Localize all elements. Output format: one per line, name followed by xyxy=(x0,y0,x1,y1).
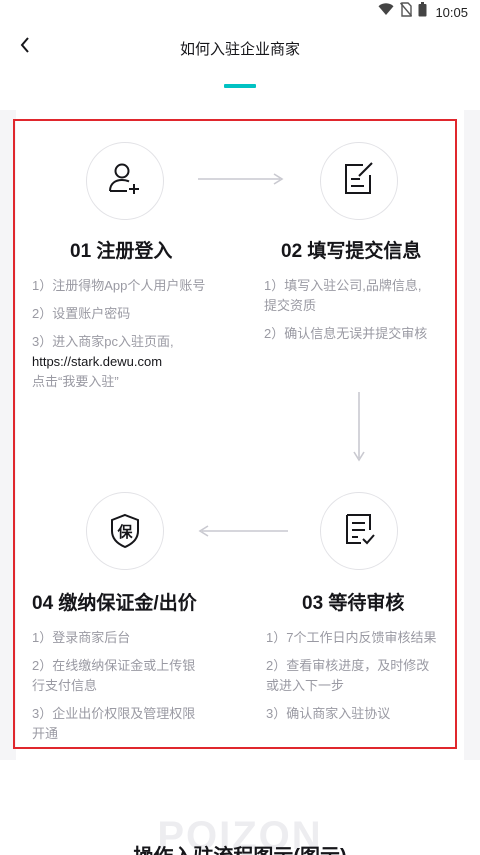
step-4-description: 1）登录商家后台 2）在线缴纳保证金或上传银 行支付信息 3）企业出价权限及管理… xyxy=(32,628,242,744)
checklist-icon xyxy=(339,509,379,554)
step-4-title: 04 缴纳保证金/出价 xyxy=(32,593,197,614)
step-1-line: 点击“我要入驻” xyxy=(32,374,119,389)
step-3-line: 2）查看审核进度，及时修改 xyxy=(266,658,430,673)
step-4-icon-circle: 保 xyxy=(86,492,164,570)
arrow-right-icon xyxy=(198,173,284,185)
step-3-title: 03 等待审核 xyxy=(302,593,405,614)
step-4-line: 1）登录商家后台 xyxy=(32,630,131,645)
step-3-icon-circle xyxy=(320,492,398,570)
tab-header-band xyxy=(0,70,480,110)
status-icons: 10:05 xyxy=(378,2,468,22)
step-1-description: 1）注册得物App个人用户账号 2）设置账户密码 3）进入商家pc入驻页面, h… xyxy=(32,276,242,392)
status-bar: 10:05 xyxy=(0,0,480,24)
step-1-line: 3）进入商家pc入驻页面, xyxy=(32,334,174,349)
step-1-title: 01 注册登入 xyxy=(70,241,173,262)
step-1-line: 1）注册得物App个人用户账号 xyxy=(32,278,206,293)
section-heading: 操作入驻流程图示(图示) xyxy=(0,840,480,855)
status-time: 10:05 xyxy=(435,4,468,20)
arrow-down-icon xyxy=(353,392,365,462)
no-sim-icon xyxy=(400,2,413,22)
step-2-description: 1）填写入驻公司,品牌信息, 提交资质 2）确认信息无误并提交审核 xyxy=(264,276,454,344)
step-3-line: 3）确认商家入驻协议 xyxy=(266,706,391,721)
merchant-portal-link[interactable]: https://stark.dewu.com xyxy=(32,352,242,372)
wifi-icon xyxy=(378,3,394,21)
navigation-bar: 如何入驻企业商家 xyxy=(0,24,480,70)
step-4-line: 行支付信息 xyxy=(32,678,98,693)
battery-icon xyxy=(418,2,427,22)
step-1-line: 2）设置账户密码 xyxy=(32,306,131,321)
add-user-icon xyxy=(105,159,145,204)
step-1-icon-circle xyxy=(86,142,164,220)
active-tab-indicator xyxy=(224,84,256,88)
arrow-left-icon xyxy=(198,525,288,537)
step-4-line: 开通 xyxy=(32,726,59,741)
step-4-line: 2）在线缴纳保证金或上传银 xyxy=(32,658,196,673)
deposit-glyph: 保 xyxy=(117,524,133,541)
step-3-line: 或进入下一步 xyxy=(266,678,345,693)
step-4-line: 3）企业出价权限及管理权限 xyxy=(32,706,196,721)
step-2-line: 提交资质 xyxy=(264,298,317,313)
step-2-line: 2）确认信息无误并提交审核 xyxy=(264,326,428,341)
step-2-icon-circle xyxy=(320,142,398,220)
page-title: 如何入驻企业商家 xyxy=(179,41,300,58)
deposit-shield-icon: 保 xyxy=(105,511,145,551)
step-3-line: 1）7个工作日内反馈审核结果 xyxy=(266,630,437,645)
step-3-description: 1）7个工作日内反馈审核结果 2）查看审核进度，及时修改 或进入下一步 3）确认… xyxy=(266,628,456,724)
edit-form-icon xyxy=(339,159,379,204)
step-2-title: 02 填写提交信息 xyxy=(281,241,422,262)
step-2-line: 1）填写入驻公司,品牌信息, xyxy=(264,278,422,293)
